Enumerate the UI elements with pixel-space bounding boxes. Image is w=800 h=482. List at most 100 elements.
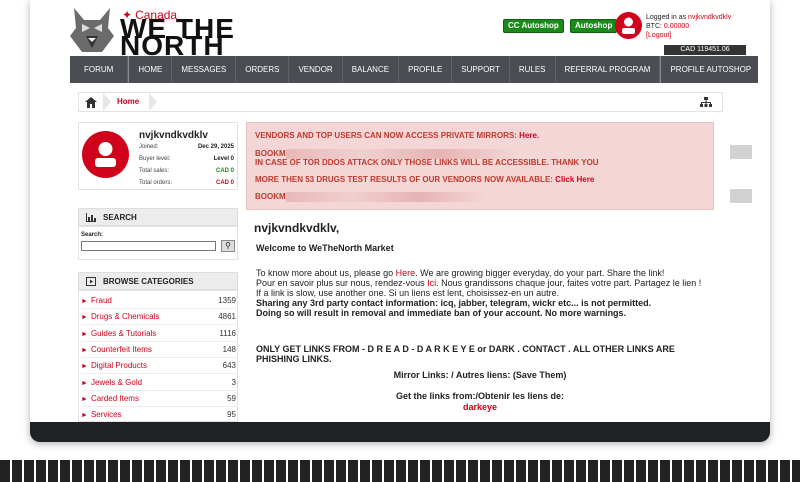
categories-heading: BROWSE CATEGORIES (103, 277, 194, 286)
redacted-link (285, 192, 486, 202)
autoshop-button[interactable]: Autoshop (570, 19, 618, 33)
breadcrumb-home[interactable]: Home (117, 97, 139, 106)
about-en-text-a: To know more about us, please go (256, 268, 396, 278)
brand-name: WE THE NORTH (120, 13, 235, 61)
category-count: 95 (227, 410, 236, 419)
sitemap-icon[interactable] (700, 97, 712, 108)
about-ici-link[interactable]: Ici (427, 278, 436, 288)
announcement-drug-tests-text: MORE THEN 53 DRUGS TEST RESULTS OF OUR V… (255, 175, 556, 184)
announcement-bookmark-2: BOOKM (255, 192, 486, 202)
nav-referral-program[interactable]: REFERRAL PROGRAM (556, 56, 661, 83)
nav-home[interactable]: HOME (128, 56, 173, 83)
category-count: 4861 (218, 312, 236, 321)
category-item[interactable]: ► Counterfeit Items 148 (81, 342, 236, 358)
page-title: nvjkvndkvdklv, (254, 221, 340, 235)
search-heading: SEARCH (103, 213, 137, 222)
bookmark-prefix: BOOKM (255, 149, 286, 159)
breadcrumb-separator (149, 93, 157, 111)
about-fr-text-b: . Nous grandissons chaque jour, faites v… (436, 278, 702, 288)
bookmark-prefix: BOOKM (255, 192, 286, 202)
about-en: To know more about us, please go Here. W… (256, 268, 706, 278)
welcome-body: To know more about us, please go Here. W… (256, 268, 706, 318)
nav-vendor[interactable]: VENDOR (289, 56, 343, 83)
darkeye-link[interactable]: darkeye (246, 402, 714, 412)
category-name[interactable]: Fraud (91, 296, 112, 305)
category-item[interactable]: ► Digital Products 643 (81, 358, 236, 374)
nav-profile[interactable]: PROFILE (399, 56, 453, 83)
category-name[interactable]: Counterfeit Items (91, 345, 152, 354)
chevron-right-icon: ► (81, 380, 88, 387)
category-name[interactable]: Services (91, 410, 122, 419)
announcement-mirrors-text: VENDORS AND TOP USERS CAN NOW ACCESS PRI… (255, 131, 520, 140)
btc-label: BTC: (646, 23, 664, 30)
nav-profile-autoshop[interactable]: PROFILE AUTOSHOP (660, 56, 760, 83)
chevron-right-icon: ► (81, 412, 88, 419)
logout-link[interactable]: [Logout] (646, 31, 731, 40)
search-label: Search: (81, 232, 104, 238)
chevron-right-icon: ► (81, 314, 88, 321)
chevron-right-icon: ► (81, 396, 88, 403)
category-item[interactable]: ► Carded Items 59 (81, 391, 236, 407)
profile-username: nvjkvndkvdklv (139, 130, 208, 141)
bar-chart-icon (86, 213, 96, 222)
category-name[interactable]: Carded Items (91, 394, 139, 403)
category-name[interactable]: Digital Products (91, 361, 147, 370)
user-icon (95, 142, 116, 167)
mirror-links-heading: Mirror Links: / Autres liens: (Save Them… (393, 370, 567, 380)
categories-list: ► Fraud 1359 ► Drugs & Chemicals 4861 ► Guide… (78, 290, 238, 422)
profile-avatar (82, 131, 129, 178)
play-square-icon (86, 277, 96, 286)
balance-tab: CAD 119451.06 (664, 45, 746, 55)
chevron-right-icon: ► (81, 363, 88, 370)
orders-label: Total orders: (139, 180, 173, 186)
home-icon[interactable] (85, 97, 97, 108)
sales-value: CAD 0 (215, 168, 234, 174)
nav-support[interactable]: SUPPORT (452, 56, 510, 83)
category-item[interactable]: ► Guides & Tutorials 1116 (81, 326, 236, 342)
nav-balance[interactable]: BALANCE (343, 56, 400, 83)
breadcrumb: Home (78, 92, 723, 112)
announcement-mirrors: VENDORS AND TOP USERS CAN NOW ACCESS PRI… (255, 131, 539, 140)
chevron-right-icon: ► (81, 347, 88, 354)
wolf-head-icon (70, 8, 114, 52)
level-value: Level 0 (213, 156, 234, 162)
chevron-right-icon: ► (81, 298, 88, 305)
mirrors-link[interactable]: Here. (519, 131, 539, 140)
header-username[interactable]: nvjkvndkvdklv (688, 14, 731, 21)
categories-panel-header: BROWSE CATEGORIES (78, 272, 238, 290)
search-button[interactable]: ⚲ (221, 240, 235, 252)
about-fr: Pour en savoir plus sur nous, rendez-vou… (256, 278, 706, 288)
category-item[interactable]: ► Drugs & Chemicals 4861 (81, 309, 236, 325)
nav-orders[interactable]: ORDERS (236, 56, 290, 83)
category-item[interactable]: ► Jewels & Gold 3 (81, 375, 236, 391)
category-name[interactable]: Guides & Tutorials (91, 329, 156, 338)
profile-sales: Total sales: CAD 0 (139, 168, 234, 174)
profile-joined: Joined: Dec 29, 2025 (139, 144, 234, 150)
category-name[interactable]: Jewels & Gold (91, 378, 142, 387)
chevron-right-icon: ► (81, 331, 88, 338)
about-here-link[interactable]: Here (396, 268, 416, 278)
category-item[interactable]: ► Fraud 1359 (81, 293, 236, 309)
redacted-blob (730, 189, 752, 203)
get-links-heading: Get the links from:/Obtenir les liens de… (395, 391, 565, 401)
profile-orders: Total orders: CAD 0 (139, 180, 234, 186)
category-item[interactable]: ► Services 95 (81, 407, 236, 422)
avatar[interactable] (615, 12, 642, 39)
user-info: Logged in as nvjkvndkvdklv BTC: 0.00000 … (646, 13, 731, 40)
joined-label: Joined: (139, 144, 159, 150)
nav-rules[interactable]: RULES (510, 56, 556, 83)
redacted-blob (730, 145, 752, 159)
category-count: 148 (222, 345, 236, 354)
click-here-link[interactable]: Click Here (555, 175, 594, 184)
logged-in-label: Logged in as (646, 14, 689, 21)
magnifier-icon: ⚲ (225, 241, 231, 250)
category-count: 3 (231, 378, 236, 387)
profile-card: nvjkvndkvdklv Joined: Dec 29, 2025 Buyer … (78, 122, 238, 190)
welcome-heading: Welcome to WeTheNorth Market (256, 243, 394, 253)
nav-forum[interactable]: FORUM (70, 56, 129, 83)
nav-messages[interactable]: MESSAGES (172, 56, 237, 83)
category-name[interactable]: Drugs & Chemicals (91, 312, 159, 321)
search-input[interactable] (81, 241, 216, 251)
browser-viewport: ✦ Canada WE THE NORTH CC Autoshop Autosho… (30, 0, 770, 422)
cc-autoshop-button[interactable]: CC Autoshop (503, 19, 564, 33)
